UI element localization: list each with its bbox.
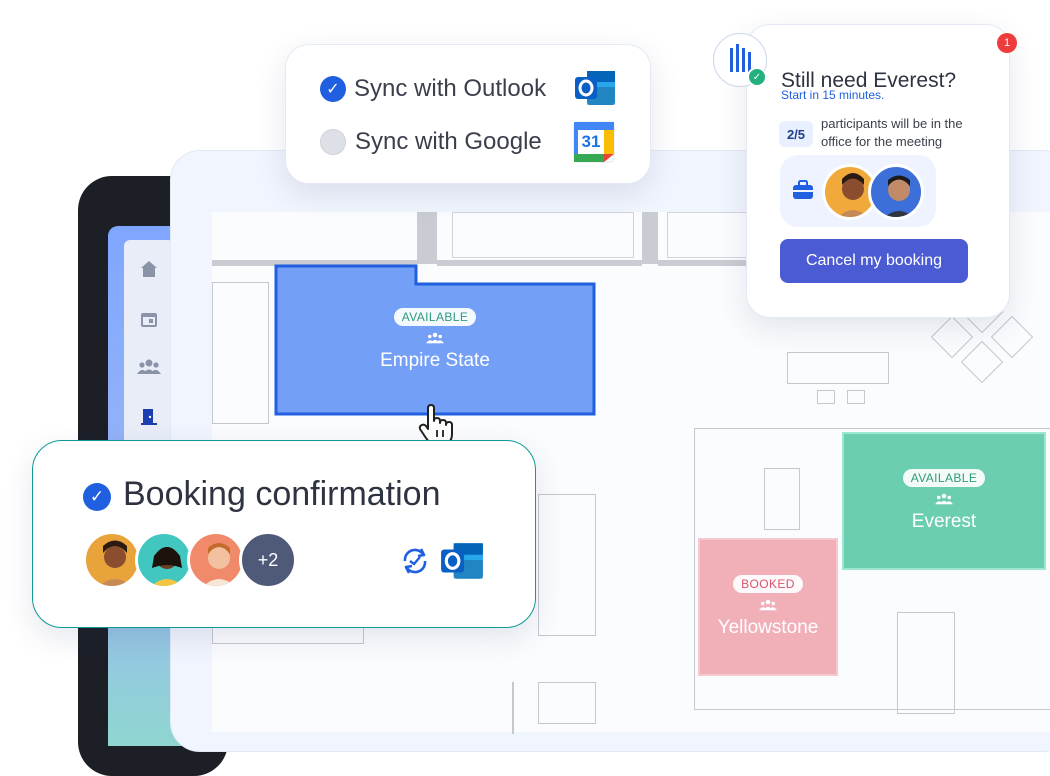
calendar-sync-card: ✓ Sync with Outlook Sync with Google 31 (285, 44, 651, 184)
yellowstone-room[interactable]: BOOKED Yellowstone (698, 538, 838, 676)
everest-room[interactable]: AVAILABLE Everest (842, 432, 1046, 570)
empire-state-room[interactable]: AVAILABLE Empire State (274, 264, 596, 416)
participants-count-badge: 2/5 (779, 121, 813, 147)
sync-outlook-label: Sync with Outlook (354, 75, 547, 102)
tablet-sidebar (124, 240, 174, 460)
people-icon (426, 332, 444, 347)
more-attendees-badge[interactable]: +2 (239, 531, 297, 589)
notification-badge: 1 (997, 33, 1017, 53)
app-logo: ✓ (713, 33, 767, 87)
lounge-chair (990, 315, 1034, 359)
people-icon (759, 599, 777, 614)
desk-cluster (538, 682, 596, 724)
wall (417, 212, 437, 264)
sync-icon[interactable] (399, 545, 431, 577)
wall-line (512, 682, 514, 734)
avatar (187, 531, 245, 589)
confirmation-title: Booking confirmation (123, 475, 441, 513)
avatar (868, 164, 924, 220)
wall-line (212, 282, 269, 424)
home-icon[interactable] (136, 256, 162, 282)
meeting-reminder-card: Still need Everest? Start in 15 minutes.… (746, 24, 1010, 318)
participants-text: participants will be in the office for t… (821, 116, 963, 149)
sync-google-label: Sync with Google (355, 128, 542, 155)
google-calendar-icon: 31 (573, 121, 615, 163)
sync-google-option[interactable]: Sync with Google (320, 128, 542, 156)
people-icon[interactable] (136, 354, 162, 380)
briefcase-icon (793, 180, 813, 199)
lounge-chair (960, 340, 1004, 384)
desk (764, 468, 800, 530)
meeting-table (897, 612, 955, 714)
check-icon: ✓ (747, 67, 767, 87)
outlook-icon (575, 71, 615, 105)
lounge-chair (930, 315, 974, 359)
people-icon (935, 493, 953, 508)
cancel-booking-button[interactable]: Cancel my booking (780, 239, 968, 283)
attendee-group (780, 155, 936, 227)
booking-confirmation-card: ✓ Booking confirmation +2 (32, 440, 536, 628)
elevator (667, 212, 749, 258)
avatar (135, 531, 193, 589)
desk-cluster (538, 494, 596, 636)
check-icon: ✓ (83, 483, 111, 511)
room-status-badge: AVAILABLE (902, 469, 986, 487)
check-icon[interactable]: ✓ (320, 76, 346, 102)
door-icon[interactable] (136, 404, 162, 430)
chair (817, 390, 835, 404)
stairs (452, 212, 634, 258)
room-name: Everest (911, 511, 977, 532)
calendar-icon[interactable] (136, 306, 162, 332)
wall (658, 260, 748, 266)
sync-outlook-option[interactable]: ✓ Sync with Outlook (320, 75, 546, 103)
unchecked-radio[interactable] (320, 129, 346, 155)
room-name: Yellowstone (717, 617, 819, 638)
desk (787, 352, 889, 384)
wall (642, 212, 658, 264)
outlook-icon (441, 543, 483, 579)
reminder-subtitle: Start in 15 minutes. (781, 88, 885, 102)
chair (847, 390, 865, 404)
calendar-day: 31 (581, 132, 601, 151)
room-status-badge: BOOKED (733, 575, 803, 593)
room-status-badge: AVAILABLE (393, 308, 477, 326)
avatar (83, 531, 141, 589)
room-name: Empire State (380, 350, 490, 371)
